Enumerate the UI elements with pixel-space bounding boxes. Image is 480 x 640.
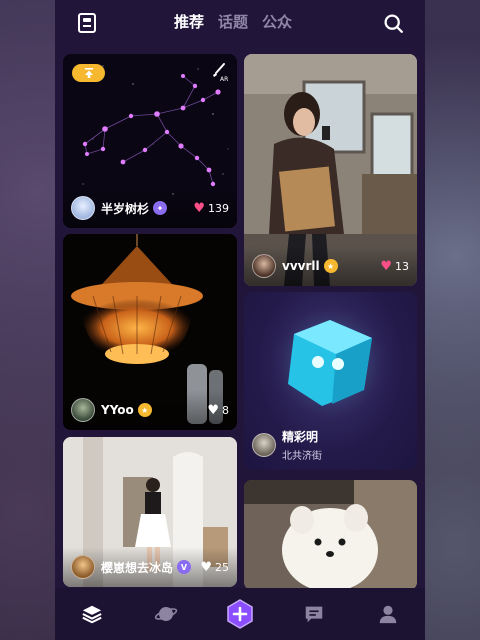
- heart-outline-icon: ♥: [207, 402, 219, 418]
- like-counter[interactable]: ♥ 139: [193, 202, 229, 215]
- username[interactable]: vvvrll: [282, 259, 320, 273]
- heart-icon: ♥: [193, 200, 205, 216]
- tab-recommend[interactable]: 推荐: [174, 11, 204, 33]
- nav-create[interactable]: [220, 594, 260, 634]
- avatar[interactable]: [71, 196, 95, 220]
- avatar[interactable]: [252, 433, 276, 457]
- pinned-badge: [72, 64, 105, 82]
- like-count: 139: [208, 201, 229, 215]
- like-count: 25: [215, 560, 229, 574]
- add-post-icon: [227, 599, 253, 629]
- feed-card[interactable]: YYoo ★ ♥ 8: [63, 234, 237, 430]
- bottom-navigation: [55, 588, 425, 640]
- ar-brush-icon[interactable]: AR: [209, 62, 229, 83]
- v-badge-icon: V: [177, 560, 192, 574]
- avatar[interactable]: [252, 254, 276, 278]
- nav-discover[interactable]: [146, 594, 186, 634]
- heart-outline-icon: ♥: [200, 559, 212, 575]
- avatar[interactable]: [71, 555, 95, 579]
- dog-photo: [244, 480, 417, 590]
- layers-icon: [82, 605, 102, 624]
- feed-card[interactable]: 精彩明 北共济街: [244, 292, 417, 470]
- avatar[interactable]: [71, 398, 95, 422]
- tab-public[interactable]: 公众: [262, 11, 292, 33]
- like-count: 13: [395, 259, 409, 273]
- card-footer: 樱崽想去冰岛 V ♥ 25: [63, 547, 237, 587]
- top-header: 推荐 话题 公众: [55, 0, 425, 46]
- like-counter[interactable]: ♥ 8: [207, 404, 229, 417]
- gold-badge-icon: ★: [323, 259, 338, 273]
- feed-card[interactable]: [244, 480, 417, 590]
- username[interactable]: 樱崽想去冰岛: [101, 559, 173, 576]
- feed-card[interactable]: AR 半岁树杉 ✦ ♥ 139: [63, 54, 237, 228]
- username[interactable]: 精彩明: [282, 428, 322, 445]
- username[interactable]: YYoo: [101, 403, 134, 417]
- search-icon[interactable]: [383, 13, 404, 34]
- ar-label: AR: [220, 76, 228, 82]
- tab-topics[interactable]: 话题: [218, 11, 248, 33]
- nav-messages[interactable]: [294, 594, 334, 634]
- app-screen: 推荐 话题 公众 AR 半岁树杉 ✦ ♥ 139 vvvrll ★ ♥ 13 Y…: [55, 0, 425, 640]
- card-footer: 半岁树杉 ✦ ♥ 139: [63, 188, 237, 228]
- feed-card[interactable]: 樱崽想去冰岛 V ♥ 25: [63, 437, 237, 587]
- location-text: 北共济街: [282, 451, 322, 462]
- profile-icon: [379, 605, 397, 624]
- like-counter[interactable]: ♥ 25: [200, 561, 229, 574]
- verified-badge-icon: ✦: [153, 201, 168, 215]
- card-footer: vvvrll ★ ♥ 13: [244, 246, 417, 286]
- calendar-icon[interactable]: [78, 13, 96, 33]
- feed-tabs: 推荐 话题 公众: [174, 11, 292, 33]
- gold-badge-icon: ★: [137, 403, 152, 417]
- pin-top-icon: [84, 68, 93, 78]
- like-counter[interactable]: ♥ 13: [380, 260, 409, 273]
- planet-icon: [154, 607, 178, 621]
- username[interactable]: 半岁树杉: [101, 200, 149, 217]
- heart-icon: ♥: [380, 258, 392, 274]
- message-icon: [305, 606, 323, 623]
- card-footer: YYoo ★ ♥ 8: [63, 390, 237, 430]
- like-count: 8: [222, 403, 229, 417]
- feed-card[interactable]: vvvrll ★ ♥ 13: [244, 54, 417, 286]
- card-footer: 精彩明 北共济街: [252, 428, 322, 462]
- author-info: 精彩明 北共济街: [282, 428, 322, 462]
- nav-home[interactable]: [72, 594, 112, 634]
- nav-profile[interactable]: [368, 594, 408, 634]
